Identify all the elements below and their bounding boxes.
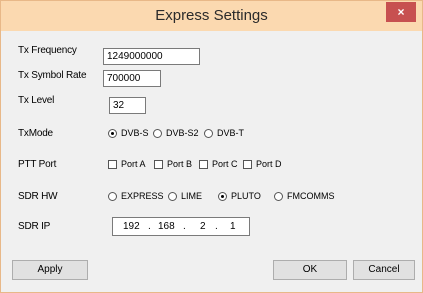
title-bar: Express Settings × [1,1,422,31]
ptt-port-option-label: Port D [256,159,282,169]
window-title: Express Settings [155,7,268,24]
sdr-ip-address-input[interactable]: 192 . 168 . 2 . 1 [112,217,250,236]
tx-mode-option-label: DVB-S2 [166,128,199,138]
ok-button[interactable]: OK [273,260,347,280]
tx-frequency-input[interactable]: 1249000000 [103,48,200,65]
sdr-hw-option-label: FMCOMMS [287,191,335,201]
radio-icon [168,191,177,201]
radio-icon [274,191,283,201]
tx-frequency-label: Tx Frequency [18,45,77,56]
sdr-hw-pluto-radio[interactable]: PLUTO [218,191,261,201]
checkbox-icon [108,159,117,169]
checkbox-icon [243,159,252,169]
tx-level-input[interactable]: 32 [109,97,146,114]
tx-symbol-rate-label: Tx Symbol Rate [18,70,87,81]
ip-octet-4[interactable]: 1 [230,221,236,232]
ptt-port-b-checkbox[interactable]: Port B [154,159,192,169]
tx-mode-dvbt-radio[interactable]: DVB-T [204,128,244,138]
ptt-port-label: PTT Port [18,159,57,170]
radio-selected-icon [218,191,227,201]
tx-mode-dvbs-radio[interactable]: DVB-S [108,128,149,138]
ip-dot: . [215,221,218,232]
ptt-port-c-checkbox[interactable]: Port C [199,159,238,169]
ptt-port-d-checkbox[interactable]: Port D [243,159,282,169]
sdr-hw-option-label: LIME [181,191,203,201]
settings-window: Express Settings × Tx Frequency 12490000… [0,0,423,293]
ptt-port-option-label: Port A [121,159,146,169]
radio-selected-icon [108,128,117,138]
tx-symbol-rate-input[interactable]: 700000 [103,70,161,87]
ip-octet-1[interactable]: 192 [123,221,140,232]
radio-icon [204,128,213,138]
sdr-hw-option-label: EXPRESS [121,191,164,201]
checkbox-icon [154,159,163,169]
close-button[interactable]: × [386,2,416,22]
ptt-port-option-label: Port B [167,159,193,169]
sdr-hw-lime-radio[interactable]: LIME [168,191,202,201]
ip-dot: . [148,221,151,232]
tx-mode-option-label: DVB-S [121,128,149,138]
cancel-button[interactable]: Cancel [353,260,415,280]
sdr-hw-option-label: PLUTO [231,191,261,201]
radio-icon [108,191,117,201]
radio-icon [153,128,162,138]
tx-level-label: Tx Level [18,95,55,106]
sdr-ip-label: SDR IP [18,221,51,232]
ptt-port-a-checkbox[interactable]: Port A [108,159,146,169]
sdr-hw-label: SDR HW [18,191,58,202]
sdr-hw-fmcomms-radio[interactable]: FMCOMMS [274,191,335,201]
checkbox-icon [199,159,208,169]
ptt-port-option-label: Port C [212,159,238,169]
tx-mode-dvbs2-radio[interactable]: DVB-S2 [153,128,199,138]
ip-octet-3[interactable]: 2 [200,221,206,232]
sdr-hw-express-radio[interactable]: EXPRESS [108,191,164,201]
tx-mode-label: TxMode [18,128,53,139]
dialog-body: Tx Frequency 1249000000 Tx Symbol Rate 7… [8,31,415,285]
apply-button[interactable]: Apply [12,260,88,280]
ip-octet-2[interactable]: 168 [158,221,175,232]
ip-dot: . [183,221,186,232]
tx-mode-option-label: DVB-T [217,128,244,138]
